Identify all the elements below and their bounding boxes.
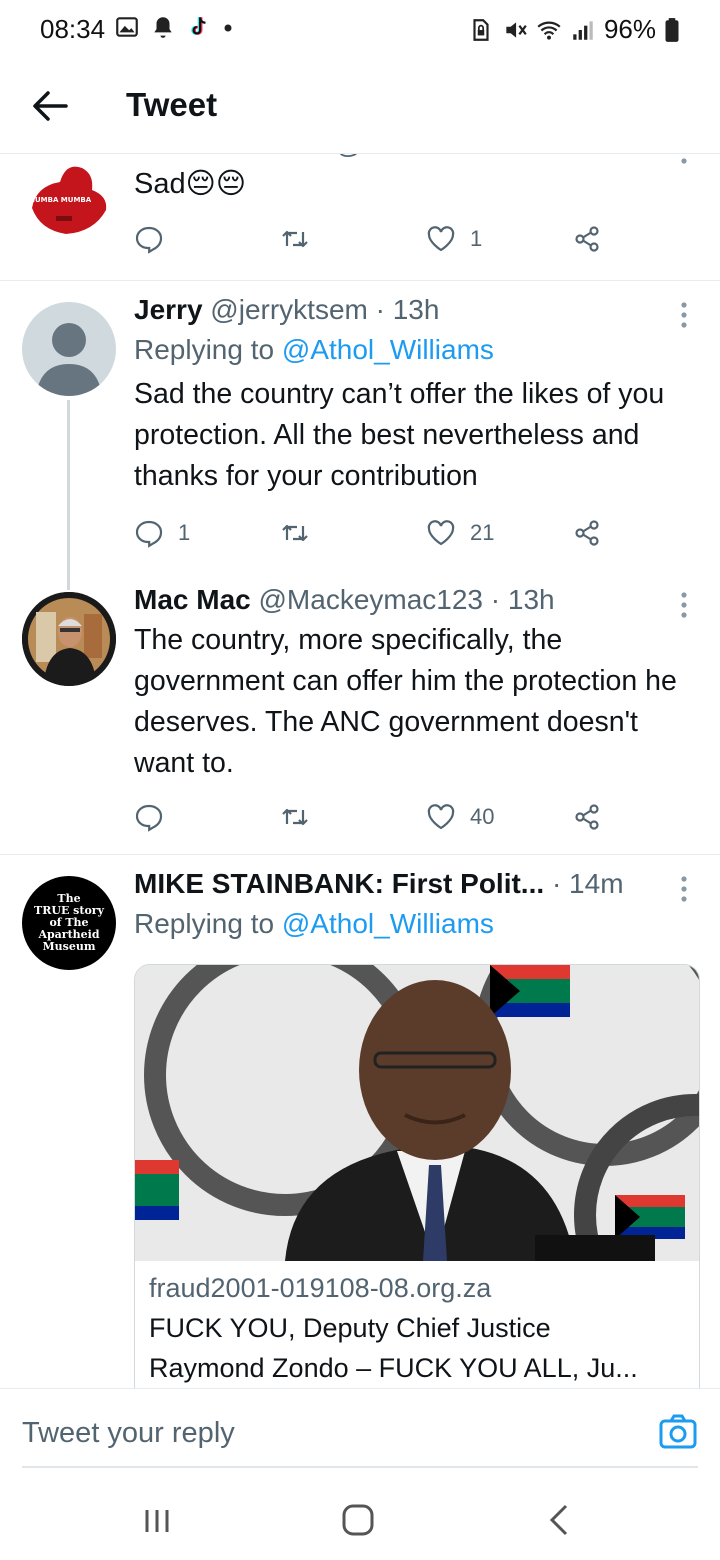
reply-icon (135, 804, 163, 832)
more-options-icon[interactable] (672, 874, 696, 904)
display-name[interactable]: Jerry (134, 294, 203, 325)
replying-to: Replying to @Athol_Williams (134, 334, 494, 365)
like-count: 21 (470, 520, 495, 545)
signal-icon (573, 20, 593, 40)
retweet-button[interactable] (280, 224, 324, 254)
profile-photo (22, 592, 116, 686)
status-bar: 08:34 96% (0, 0, 720, 58)
reply-button[interactable] (134, 224, 178, 254)
share-button[interactable] (572, 518, 602, 548)
avatar[interactable]: MUMBA MUMBA (22, 150, 116, 244)
avatar-text: The TRUE story of The Apartheid Museum (34, 892, 104, 953)
default-profile-icon (36, 323, 102, 396)
avatar[interactable] (22, 592, 116, 686)
top-app-bar: Tweet (0, 58, 720, 154)
retweet-icon (282, 524, 308, 542)
tweet-text: Sad the country can’t offer the likes of… (134, 378, 665, 492)
like-button[interactable]: 21 (426, 518, 494, 548)
tweet-header: Jerry @jerryktsem · 13h (134, 294, 440, 325)
share-button[interactable] (572, 224, 602, 254)
heart-icon (427, 520, 455, 546)
retweet-button[interactable] (280, 802, 324, 832)
retweet-icon (282, 808, 308, 826)
avatar[interactable]: The TRUE story of The Apartheid Museum (22, 876, 116, 970)
reply-button[interactable]: 1 (134, 518, 190, 548)
reply-count: 1 (178, 520, 191, 545)
replying-to: Replying to @Athol_Williams (134, 908, 494, 939)
tweet-header: Mac Mac @Mackeymac123 · 13h (134, 584, 555, 615)
tweet-text: The country, more specifically, the gove… (134, 624, 677, 779)
sim-lock-icon (473, 18, 489, 41)
reply-icon (135, 520, 163, 548)
link-preview-image (135, 965, 699, 1261)
more-options-icon[interactable] (672, 300, 696, 330)
retweet-icon (282, 230, 308, 248)
heart-icon (427, 226, 455, 252)
camera-icon[interactable] (658, 1411, 698, 1451)
image-icon (116, 17, 138, 37)
reply-icon (135, 226, 163, 254)
like-button[interactable]: 1 (426, 224, 482, 254)
home-icon[interactable] (338, 1502, 378, 1538)
reply-composer: Tweet your reply (0, 1388, 720, 1480)
mention-link[interactable]: @Athol_Williams (282, 908, 494, 939)
red-hat-avatar-image: MUMBA MUMBA (28, 166, 107, 234)
press-conference-photo (135, 965, 699, 1261)
back-icon[interactable] (540, 1502, 580, 1538)
tweet-time: 13h (392, 294, 440, 325)
mention-link[interactable]: @Athol_Williams (282, 334, 494, 365)
like-count: 1 (470, 226, 483, 251)
link-title: FUCK YOU, Deputy Chief Justice (149, 1313, 551, 1343)
page-title: Tweet (126, 86, 218, 123)
display-name[interactable]: MIKE STAINBANK: First Polit... (134, 868, 544, 899)
share-icon (575, 226, 599, 252)
avatar-brand-text: MUMBA MUMBA (28, 196, 92, 204)
more-options-icon[interactable] (672, 590, 696, 620)
heart-icon (427, 804, 455, 830)
share-button[interactable] (572, 802, 602, 832)
reply-underline (22, 1466, 698, 1468)
tweet-item[interactable]: Jerry @jerryktsem · 13h Replying to @Ath… (0, 280, 720, 570)
user-handle[interactable]: @Mackeymac123 (259, 584, 484, 615)
battery-icon (665, 17, 679, 42)
share-icon (575, 520, 599, 546)
sa-flag-icon (490, 965, 570, 1017)
like-button[interactable]: 40 (426, 802, 494, 832)
tweet-time: 14m (569, 868, 624, 899)
avatar[interactable] (22, 302, 116, 396)
link-preview-card[interactable]: fraud2001-019108-08.org.za FUCK YOU, Dep… (134, 964, 700, 1388)
tweet-actions: 1 (134, 224, 604, 264)
tweet-actions: 40 (134, 802, 604, 842)
system-nav-bar (0, 1480, 720, 1560)
tweet-time: 13h (507, 584, 555, 615)
tweet-text: Sad😔😔 (134, 168, 247, 200)
tweet-feed[interactable]: MUMBA MUMBA Thato Morolo2 @ThatoMorolo2 … (0, 150, 720, 1388)
tweet-item[interactable]: The TRUE story of The Apartheid Museum M… (0, 854, 720, 1388)
status-time: 08:34 (40, 14, 106, 44)
retweet-button[interactable] (280, 518, 324, 548)
mute-icon (506, 21, 527, 38)
dot-icon (224, 24, 232, 32)
display-name[interactable]: Mac Mac (134, 584, 251, 615)
tweet-actions: 1 21 (134, 518, 604, 558)
recent-apps-icon[interactable] (137, 1502, 177, 1538)
tweet-item[interactable]: MUMBA MUMBA Thato Morolo2 @ThatoMorolo2 … (0, 150, 720, 280)
tiktok-icon (191, 17, 206, 35)
notification-bell-icon (154, 17, 172, 38)
sa-flag-icon (615, 1195, 685, 1239)
reply-input[interactable]: Tweet your reply (22, 1417, 235, 1450)
link-title: Raymond Zondo – FUCK YOU ALL, Ju... (149, 1353, 638, 1383)
reply-button[interactable] (134, 802, 178, 832)
back-arrow-icon[interactable] (26, 82, 74, 130)
battery-percentage: 96% (603, 14, 656, 44)
share-icon (575, 804, 599, 830)
tweet-item[interactable]: Mac Mac @Mackeymac123 · 13h The country,… (0, 570, 720, 854)
link-domain: fraud2001-019108-08.org.za (149, 1273, 492, 1303)
user-handle[interactable]: @jerryktsem (210, 294, 368, 325)
sa-flag-icon (135, 1160, 179, 1220)
like-count: 40 (470, 804, 495, 829)
tweet-header: MIKE STAINBANK: First Polit... · 14m (134, 868, 624, 899)
wifi-icon (537, 21, 561, 40)
